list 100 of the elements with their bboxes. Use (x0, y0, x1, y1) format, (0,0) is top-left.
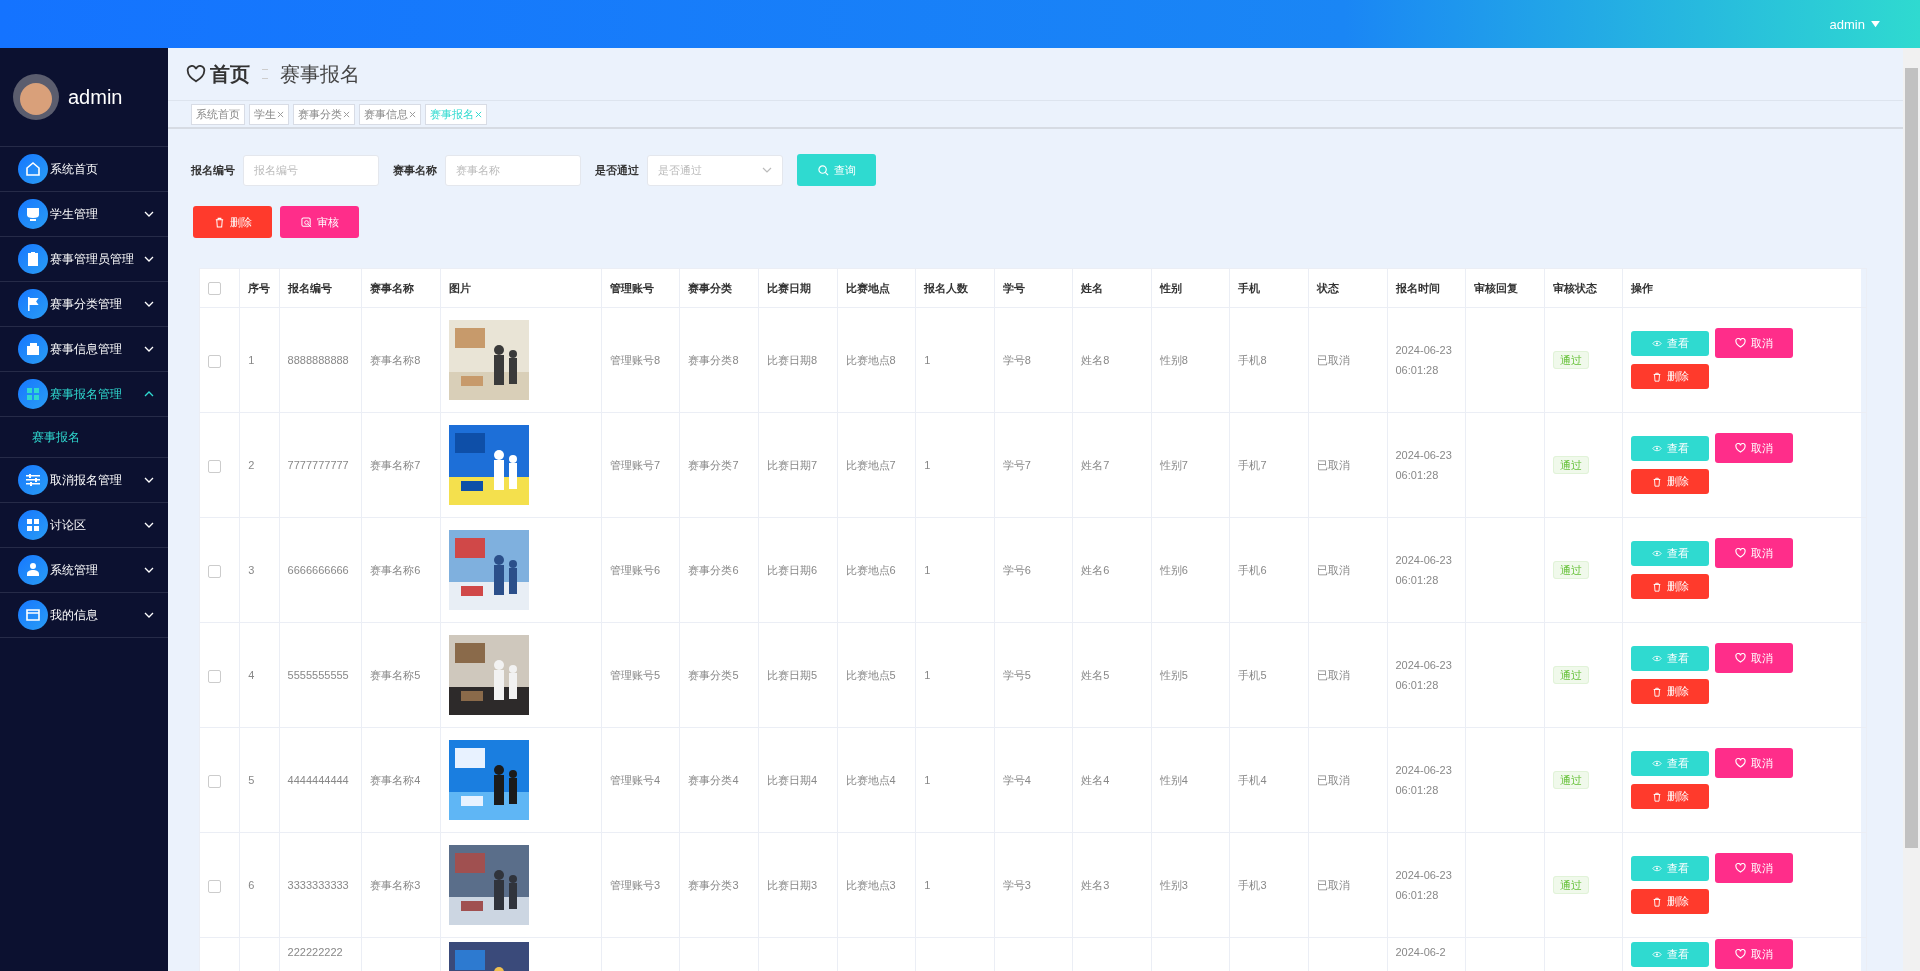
table-cell: 比赛地点3 (845, 879, 896, 891)
cancel-button[interactable]: 取消 (1715, 939, 1794, 969)
table-cell: 比赛地点8 (845, 354, 896, 366)
table-cell: 姓名8 (1081, 354, 1110, 366)
tab[interactable]: 赛事分类 (293, 103, 355, 125)
cancel-button[interactable]: 取消 (1715, 748, 1794, 778)
table-cell: 已取消 (1316, 459, 1350, 471)
cancel-button[interactable]: 取消 (1715, 538, 1794, 568)
table-cell: 赛事名称6 (370, 564, 421, 576)
heart-icon (1735, 653, 1747, 663)
column-header: 审核状态 (1544, 268, 1623, 308)
column-header: 报名时间 (1387, 268, 1466, 308)
menu-item[interactable]: 学生管理 (0, 192, 168, 237)
table-cell: 姓名6 (1081, 564, 1110, 576)
table-cell: 2 (248, 459, 255, 471)
table-cell: 学号5 (1002, 669, 1031, 681)
table-cell: 1 (924, 459, 931, 471)
table-cell: 性别7 (1159, 459, 1188, 471)
table-cell: 手机8 (1238, 354, 1267, 366)
delete-button[interactable]: 删除 (1631, 574, 1710, 599)
menu-item[interactable]: 讨论区 (0, 503, 168, 548)
heart-icon (1735, 338, 1747, 348)
column-header: 比赛地点 (837, 268, 916, 308)
table-cell: 赛事分类8 (688, 354, 739, 366)
close-icon[interactable] (343, 110, 350, 118)
menu-item[interactable]: 赛事信息管理 (0, 327, 168, 372)
table-cell: 学号3 (1002, 879, 1031, 891)
caret-icon (1871, 20, 1880, 28)
filter-label: 报名编号 (191, 162, 235, 178)
column-header: 操作 (1622, 268, 1867, 308)
column-header: 状态 (1308, 268, 1387, 308)
review-button[interactable]: 审核 (280, 206, 359, 238)
row-checkbox[interactable] (208, 669, 221, 683)
table-cell: 已取消 (1316, 354, 1350, 366)
table-cell: 学号4 (1002, 774, 1031, 786)
table-cell: 学号6 (1002, 564, 1031, 576)
menu-item[interactable]: 赛事报名管理 (0, 372, 168, 417)
table-cell: 管理账号6 (609, 564, 660, 576)
table-cell: 管理账号8 (609, 354, 660, 366)
status-badge: 通过 (1552, 876, 1589, 894)
tab[interactable]: 赛事报名 (425, 103, 487, 125)
table-cell: 比赛日期4 (767, 774, 818, 786)
tab[interactable]: 赛事信息 (359, 103, 421, 125)
table-cell: 性别5 (1159, 669, 1188, 681)
status-badge: 通过 (1552, 666, 1589, 684)
close-icon[interactable] (409, 110, 416, 118)
eye-icon (1651, 340, 1662, 347)
column-header: 赛事名称 (361, 268, 441, 308)
table-cell: 6 (248, 879, 255, 891)
row-checkbox[interactable] (208, 354, 221, 368)
cancel-button[interactable]: 取消 (1715, 643, 1794, 673)
trash-icon (213, 216, 225, 228)
scrollbar[interactable] (1903, 48, 1920, 971)
table-cell: 赛事名称5 (370, 669, 421, 681)
filter-label: 是否通过 (595, 162, 639, 178)
menu-item[interactable]: 赛事分类管理 (0, 282, 168, 327)
delete-button[interactable]: 删除 (1631, 679, 1710, 704)
table-cell: 222222222 (287, 946, 343, 958)
status-badge: 通过 (1552, 561, 1589, 579)
user-menu[interactable]: admin (1829, 16, 1880, 32)
cancel-button[interactable]: 取消 (1715, 853, 1794, 883)
table-cell: 比赛日期5 (767, 669, 818, 681)
tab[interactable]: 学生 (249, 103, 289, 125)
close-icon[interactable] (277, 110, 284, 118)
table-cell: 8888888888 (287, 354, 349, 366)
delete-button[interactable]: 删除 (193, 206, 272, 238)
select-field[interactable]: 是否通过 (647, 154, 783, 186)
status-badge: 通过 (1552, 771, 1589, 789)
menu-item[interactable]: 系统首页 (0, 147, 168, 192)
close-icon[interactable] (475, 110, 482, 118)
delete-button[interactable]: 删除 (1631, 889, 1710, 914)
menu-item[interactable]: 系统管理 (0, 548, 168, 593)
menu-item[interactable]: 赛事管理员管理 (0, 237, 168, 282)
clipboard-icon (18, 244, 48, 274)
cancel-button[interactable]: 取消 (1715, 328, 1794, 358)
cancel-button[interactable]: 取消 (1715, 433, 1794, 463)
heart-icon (1735, 758, 1747, 768)
row-checkbox[interactable] (208, 459, 221, 473)
delete-button[interactable]: 删除 (1631, 364, 1710, 389)
table-cell: 1 (924, 669, 931, 681)
table-cell: 1 (248, 354, 255, 366)
table-cell: 已取消 (1316, 669, 1350, 681)
table-cell: 5 (248, 774, 255, 786)
menu-item[interactable]: 我的信息 (0, 593, 168, 638)
heart-icon (186, 65, 206, 83)
breadcrumb-home[interactable]: 首页 (210, 60, 250, 88)
table-cell: 2024-06-23 06:01:28 (1395, 659, 1452, 691)
row-checkbox[interactable] (208, 774, 221, 788)
delete-button[interactable]: 删除 (1631, 784, 1710, 809)
wallet-icon (18, 334, 48, 364)
table-cell: 比赛日期6 (767, 564, 818, 576)
column-header: 手机 (1229, 268, 1309, 308)
select-all-checkbox[interactable] (208, 281, 221, 295)
table-cell: 1 (924, 564, 931, 576)
row-checkbox[interactable] (208, 564, 221, 578)
delete-button[interactable]: 删除 (1631, 469, 1710, 494)
table-cell: 已取消 (1316, 774, 1350, 786)
menu-item[interactable]: 取消报名管理 (0, 458, 168, 503)
row-checkbox[interactable] (208, 879, 221, 893)
tab[interactable]: 系统首页 (191, 103, 245, 125)
